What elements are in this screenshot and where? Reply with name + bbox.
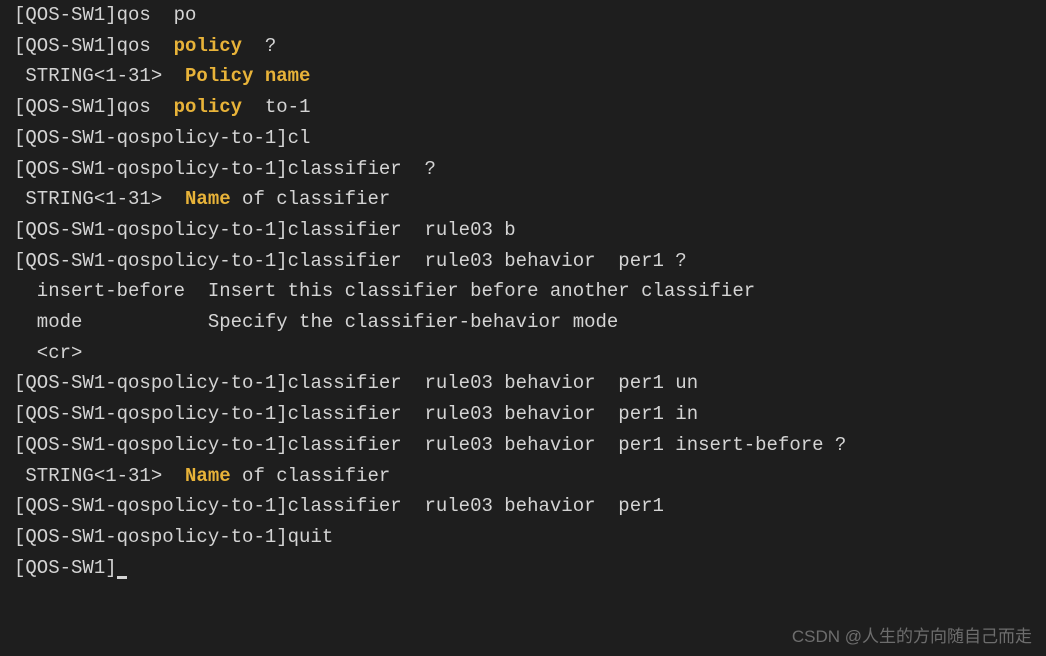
highlighted-text: Name [185, 188, 231, 210]
highlighted-text: Policy name [185, 65, 310, 87]
highlighted-text: policy [174, 96, 242, 118]
terminal-line: [QOS-SW1-qospolicy-to-1]cl [14, 123, 1046, 154]
terminal-text: STRING<1-31> [14, 465, 185, 487]
terminal-line: [QOS-SW1-qospolicy-to-1]quit [14, 522, 1046, 553]
terminal-text: mode Specify the classifier-behavior mod… [14, 311, 618, 333]
terminal-text: [QOS-SW1-qospolicy-to-1]classifier rule0… [14, 434, 846, 456]
terminal-line: [QOS-SW1] [14, 553, 1046, 584]
terminal-text: [QOS-SW1-qospolicy-to-1]classifier rule0… [14, 372, 698, 394]
terminal-text: STRING<1-31> [14, 188, 185, 210]
terminal-line: [QOS-SW1-qospolicy-to-1]classifier rule0… [14, 215, 1046, 246]
terminal-text: [QOS-SW1] [14, 557, 117, 579]
terminal-text: to-1 [242, 96, 310, 118]
terminal-line: STRING<1-31> Name of classifier [14, 461, 1046, 492]
terminal-line: [QOS-SW1-qospolicy-to-1]classifier ? [14, 154, 1046, 185]
highlighted-text: Name [185, 465, 231, 487]
watermark: CSDN @人生的方向随自己而走 [792, 623, 1032, 650]
terminal-output[interactable]: [QOS-SW1]qos po [QOS-SW1]qos policy ? STR… [0, 0, 1046, 583]
terminal-line: [QOS-SW1-qospolicy-to-1]classifier rule0… [14, 491, 1046, 522]
terminal-text: [QOS-SW1-qospolicy-to-1]cl [14, 127, 310, 149]
terminal-line: STRING<1-31> Name of classifier [14, 184, 1046, 215]
terminal-text: insert-before Insert this classifier bef… [14, 280, 755, 302]
terminal-text: of classifier [231, 188, 391, 210]
terminal-text: STRING<1-31> [14, 65, 185, 87]
terminal-text: ? [242, 35, 276, 57]
terminal-line: [QOS-SW1]qos policy ? [14, 31, 1046, 62]
terminal-text: [QOS-SW1-qospolicy-to-1]classifier rule0… [14, 495, 664, 517]
terminal-text: [QOS-SW1-qospolicy-to-1]classifier ? [14, 158, 436, 180]
terminal-text: <cr> [14, 342, 82, 364]
terminal-text: [QOS-SW1-qospolicy-to-1]quit [14, 526, 333, 548]
terminal-line: [QOS-SW1-qospolicy-to-1]classifier rule0… [14, 368, 1046, 399]
highlighted-text: policy [174, 35, 242, 57]
terminal-line: [QOS-SW1-qospolicy-to-1]classifier rule0… [14, 246, 1046, 277]
terminal-line: mode Specify the classifier-behavior mod… [14, 307, 1046, 338]
terminal-line: STRING<1-31> Policy name [14, 61, 1046, 92]
terminal-line: insert-before Insert this classifier bef… [14, 276, 1046, 307]
terminal-text: [QOS-SW1]qos [14, 35, 174, 57]
terminal-line: [QOS-SW1]qos po [14, 0, 1046, 31]
terminal-line: <cr> [14, 338, 1046, 369]
terminal-text: [QOS-SW1-qospolicy-to-1]classifier rule0… [14, 219, 516, 241]
terminal-text: [QOS-SW1]qos po [14, 4, 196, 26]
terminal-line: [QOS-SW1-qospolicy-to-1]classifier rule0… [14, 399, 1046, 430]
terminal-text: [QOS-SW1]qos [14, 96, 174, 118]
terminal-text: [QOS-SW1-qospolicy-to-1]classifier rule0… [14, 403, 698, 425]
terminal-line: [QOS-SW1-qospolicy-to-1]classifier rule0… [14, 430, 1046, 461]
terminal-cursor [117, 576, 127, 579]
terminal-text: [QOS-SW1-qospolicy-to-1]classifier rule0… [14, 250, 687, 272]
terminal-text: of classifier [231, 465, 391, 487]
terminal-line: [QOS-SW1]qos policy to-1 [14, 92, 1046, 123]
